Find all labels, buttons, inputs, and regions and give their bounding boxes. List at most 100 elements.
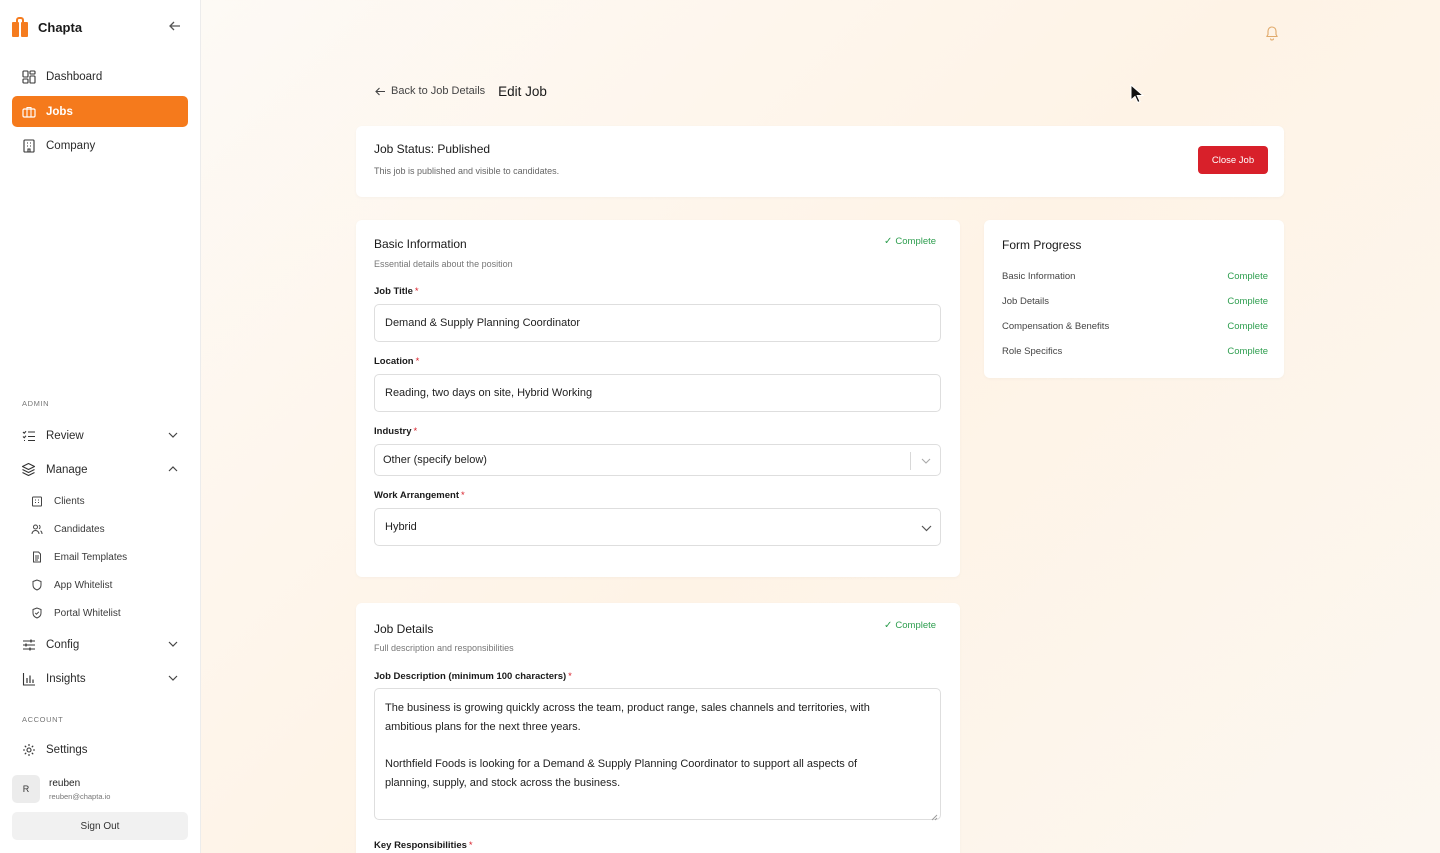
card-title: Basic Information: [374, 237, 467, 251]
work-arrangement-select[interactable]: Hybrid: [374, 508, 941, 546]
nav-label: Insights: [46, 672, 86, 685]
select-separator: [910, 452, 911, 470]
nav-item-jobs[interactable]: Jobs: [12, 96, 188, 127]
check-icon: ✓: [884, 620, 893, 631]
work-arrangement-selected-value: Hybrid: [385, 521, 417, 533]
progress-label: Role Specifics: [1002, 345, 1063, 357]
nav-item-manage[interactable]: Manage: [12, 454, 188, 485]
nav-label: Dashboard: [46, 70, 103, 83]
job-status-card: Job Status: Published This job is publis…: [356, 126, 1284, 197]
user-name: reuben: [49, 777, 81, 789]
brand-name: Chapta: [38, 19, 83, 35]
building-icon: [21, 138, 36, 153]
job-description-textarea[interactable]: The business is growing quickly across t…: [374, 688, 941, 821]
nav-label: Review: [46, 429, 84, 442]
job-title-label: Job Title *: [374, 286, 419, 297]
job-description-label: Job Description (minimum 100 characters)…: [374, 671, 572, 682]
shield-check-icon: [30, 607, 43, 620]
nav-item-settings[interactable]: Settings: [12, 734, 188, 765]
sliders-icon: [21, 637, 36, 652]
progress-row-compensation-benefits[interactable]: Compensation & Benefits Complete: [1002, 319, 1268, 333]
nav-item-config[interactable]: Config: [12, 629, 188, 660]
nav-item-dashboard[interactable]: Dashboard: [12, 61, 188, 92]
required-asterisk: *: [413, 426, 418, 437]
form-progress-title: Form Progress: [1002, 238, 1082, 252]
sub-item-portal-whitelist[interactable]: Portal Whitelist: [30, 602, 188, 624]
progress-status: Complete: [1227, 295, 1268, 307]
bar-chart-icon: [21, 671, 36, 686]
location-input[interactable]: Reading, two days on site, Hybrid Workin…: [374, 374, 941, 412]
resize-handle-icon[interactable]: [930, 809, 938, 821]
nav-label: Jobs: [46, 105, 73, 118]
job-title-input[interactable]: Demand & Supply Planning Coordinator: [374, 304, 941, 342]
chevron-down-icon[interactable]: [920, 455, 932, 467]
chevron-down-icon: [920, 522, 932, 534]
mouse-cursor-icon: [1130, 83, 1145, 104]
section-label-account: ACCOUNT: [22, 715, 64, 724]
job-status-subtitle: This job is published and visible to can…: [374, 166, 560, 176]
bell-icon[interactable]: [1263, 24, 1281, 42]
document-icon: [30, 551, 43, 564]
progress-row-basic-information[interactable]: Basic Information Complete: [1002, 269, 1268, 283]
progress-row-role-specifics[interactable]: Role Specifics Complete: [1002, 344, 1268, 358]
briefcase-icon: [21, 104, 36, 119]
collapse-sidebar-button[interactable]: [166, 17, 184, 35]
sign-out-button[interactable]: Sign Out: [12, 812, 188, 840]
back-link-label: Back to Job Details: [391, 85, 486, 97]
card-subtitle: Essential details about the position: [374, 259, 513, 269]
candidates-icon: [30, 523, 43, 536]
page-title: Edit Job: [498, 83, 547, 99]
user-email: reuben@chapta.io: [49, 791, 111, 801]
card-title: Job Details: [374, 622, 434, 636]
work-arrangement-label: Work Arrangement *: [374, 490, 465, 501]
card-subtitle: Full description and responsibilities: [374, 643, 514, 653]
sub-item-candidates[interactable]: Candidates: [30, 518, 188, 540]
required-asterisk: *: [461, 490, 465, 501]
dashboard-icon: [21, 69, 36, 84]
location-label: Location *: [374, 356, 419, 367]
close-job-button[interactable]: Close Job: [1198, 146, 1268, 174]
key-responsibilities-label: Key Responsibilities *: [374, 840, 473, 851]
description-line: The business is growing quickly across t…: [385, 702, 870, 714]
industry-label: Industry *: [374, 426, 417, 437]
label-text: Key Responsibilities: [374, 840, 467, 851]
complete-badge: ✓ Complete: [884, 236, 936, 247]
form-progress-card: Form Progress Basic Information Complete…: [984, 220, 1284, 378]
sub-item-clients[interactable]: Clients: [30, 490, 188, 512]
progress-row-job-details[interactable]: Job Details Complete: [1002, 294, 1268, 308]
nav-label: Config: [46, 638, 80, 651]
label-text: Job Description (minimum 100 characters): [374, 671, 567, 682]
back-to-job-details-link[interactable]: Back to Job Details: [375, 85, 485, 97]
label-text: Location: [374, 356, 414, 367]
nav-item-insights[interactable]: Insights: [12, 663, 188, 694]
progress-label: Compensation & Benefits: [1002, 320, 1110, 332]
progress-status: Complete: [1227, 320, 1268, 332]
sub-item-email-templates[interactable]: Email Templates: [30, 546, 188, 568]
gear-icon: [21, 742, 36, 757]
avatar: R: [12, 775, 40, 803]
required-asterisk: *: [468, 840, 473, 851]
checklist-icon: [21, 428, 36, 443]
nav-label: Manage: [46, 463, 88, 476]
chevron-down-icon: [167, 638, 179, 650]
chevron-down-icon: [167, 429, 179, 441]
nav-item-company[interactable]: Company: [12, 130, 188, 161]
chevron-down-icon: [167, 672, 179, 684]
sub-item-label: Portal Whitelist: [54, 607, 121, 619]
user-profile[interactable]: R reuben reuben@chapta.io: [12, 774, 188, 804]
nav-item-review[interactable]: Review: [12, 420, 188, 451]
progress-label: Job Details: [1002, 295, 1049, 307]
basic-information-card: Basic Information Essential details abou…: [356, 220, 960, 577]
check-icon: ✓: [884, 236, 893, 247]
chevron-up-icon: [167, 463, 179, 475]
industry-select[interactable]: Other (specify below): [374, 444, 941, 476]
description-line: Northfield Foods is looking for a Demand…: [385, 758, 858, 770]
sub-item-app-whitelist[interactable]: App Whitelist: [30, 574, 188, 596]
sub-item-label: Email Templates: [54, 551, 128, 563]
progress-status: Complete: [1227, 270, 1268, 282]
industry-selected-value: Other (specify below): [383, 454, 487, 466]
job-details-card: Job Details Full description and respons…: [356, 603, 960, 853]
sub-item-label: Clients: [54, 495, 85, 507]
brand[interactable]: Chapta: [12, 16, 82, 38]
progress-label: Basic Information: [1002, 270, 1076, 282]
